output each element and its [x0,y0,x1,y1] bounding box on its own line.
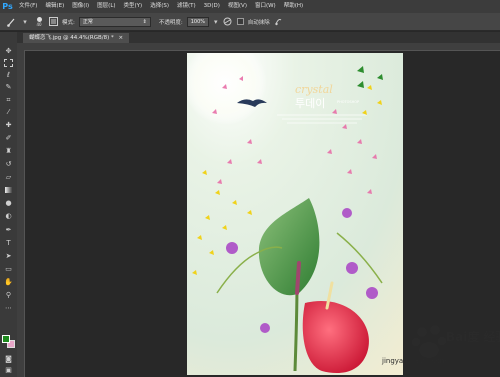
tools-panel: ✥ ℓ ✎ ⌗ ⁄ ✚ ✐ ♜ ↺ ▱ ● ◐ ✒ T ➤ ▭ ✋ ⚲ ⋯ ◙ … [0,32,18,377]
menu-select[interactable]: 选择(S) [146,0,173,13]
pen-icon[interactable]: ✒ [3,225,14,235]
document-tab[interactable]: 蝴蝶恋飞.jpg @ 44.4%(RGB/8) * × [23,33,130,43]
brush-panel-icon[interactable] [48,17,58,27]
document-canvas[interactable]: crystal 투데이 PHOTOSHOP [187,53,403,375]
menu-3d[interactable]: 3D(D) [200,0,224,13]
crop-icon[interactable]: ⌗ [3,95,14,105]
path-select-icon[interactable]: ➤ [3,251,14,261]
history-brush-icon[interactable]: ↺ [3,159,14,169]
menu-view[interactable]: 视图(V) [224,0,251,13]
more-tools-icon[interactable]: ⋯ [3,303,14,313]
marquee-icon[interactable] [3,58,14,68]
quick-select-icon[interactable]: ✎ [3,82,14,92]
brush-icon[interactable]: ✐ [3,133,14,143]
document-tab-title: 蝴蝶恋飞.jpg @ 44.4%(RGB/8) * [29,35,114,41]
anthurium-artwork: crystal 투데이 PHOTOSHOP [187,53,403,375]
eyedropper-icon[interactable]: ⁄ [3,107,14,117]
artwork-title-kr: 투데이 [295,97,325,110]
opacity-dropdown-icon[interactable]: ▾ [213,17,219,27]
close-tab-icon[interactable]: × [118,35,123,41]
pressure-opacity-icon[interactable] [223,17,233,27]
eraser-icon[interactable]: ▱ [3,172,14,182]
quick-mask-icon[interactable]: ◙ [3,354,14,364]
move-icon[interactable]: ✥ [3,46,14,56]
mode-label: 模式: [62,19,75,26]
menu-layer[interactable]: 图层(L) [93,0,119,13]
menu-help[interactable]: 帮助(H) [280,0,307,13]
watermark-url: jingyan.baidu.com [382,357,447,365]
mode-value: 正常 [82,18,93,25]
foreground-color-swatch[interactable] [2,335,10,343]
select-arrows-icon: ⇕ [142,18,147,25]
opacity-value: 100% [190,18,206,25]
brush-size-picker[interactable]: 40 [34,16,44,27]
heal-icon[interactable]: ✚ [3,120,14,130]
zoom-icon[interactable]: ⚲ [3,290,14,300]
horizontal-ruler [17,43,500,51]
baidu-watermark: Bai度 经验 jingyan.baidu.com [380,318,500,370]
photoshop-logo-icon: Ps [2,2,13,11]
menu-bar: Ps 文件(F) 编辑(E) 图像(I) 图层(L) 类型(Y) 选择(S) 滤… [0,0,500,13]
blur-icon[interactable]: ● [3,198,14,208]
chevron-down-icon[interactable]: ▾ [20,17,30,27]
screen-mode-icon[interactable]: ▣ [3,365,14,375]
menu-file[interactable]: 文件(F) [15,0,41,13]
brush-tool-preset-icon[interactable] [6,17,16,27]
mode-select[interactable]: 正常 ⇕ [78,16,151,27]
brush-size-value: 40 [36,21,42,27]
shape-icon[interactable]: ▭ [3,264,14,274]
menu-edit[interactable]: 编辑(E) [41,0,68,13]
hand-icon[interactable]: ✋ [3,277,14,287]
menu-image[interactable]: 图像(I) [68,0,93,13]
opacity-field[interactable]: 100% [186,16,209,27]
gradient-icon[interactable] [3,185,14,195]
dodge-icon[interactable]: ◐ [3,211,14,221]
auto-erase-label: 自动抹除 [247,19,270,26]
menu-window[interactable]: 窗口(W) [251,0,280,13]
type-icon[interactable]: T [3,238,14,248]
watermark-brand: Bai度 经验 [446,330,500,344]
pressure-size-icon[interactable] [274,17,284,27]
artwork-title-en: crystal [295,83,333,96]
opacity-label: 不透明度: [158,19,183,26]
auto-erase-checkbox[interactable] [236,18,244,25]
menu-filter[interactable]: 滤镜(T) [173,0,200,13]
lasso-icon[interactable]: ℓ [3,70,14,80]
menu-type[interactable]: 类型(Y) [120,0,147,13]
artwork-subtitle: PHOTOSHOP [337,100,359,104]
vertical-ruler [17,50,25,377]
stamp-icon[interactable]: ♜ [3,146,14,156]
options-bar: ▾ 40 模式: 正常 ⇕ 不透明度: 100% ▾ 自动抹除 [0,13,500,31]
